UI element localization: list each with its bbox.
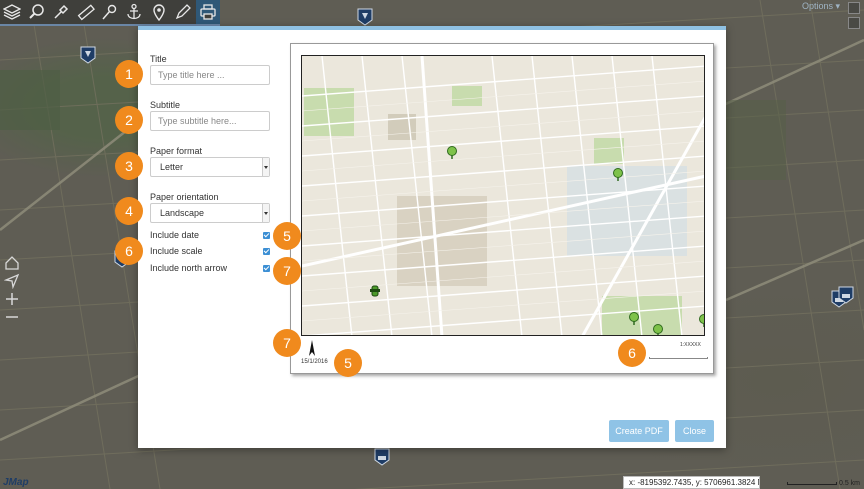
pencil-ruler-icon [176, 4, 192, 20]
include-scale-label: Include scale [150, 246, 203, 256]
print-button[interactable] [195, 0, 220, 24]
options-menu[interactable]: Options ▾ [802, 1, 840, 12]
home-button[interactable] [4, 255, 20, 271]
paper-format-label: Paper format [150, 146, 203, 156]
main-toolbar [0, 0, 220, 26]
print-dialog: Title Subtitle Paper format Letter Paper… [138, 26, 726, 448]
draw-button[interactable] [171, 0, 195, 24]
locate-arrow-icon [4, 273, 20, 289]
scale-label: 0.5 km [838, 480, 860, 487]
hydrant-marker-icon[interactable] [370, 284, 380, 298]
preview-scale-text: 1:XXXXX [680, 342, 701, 348]
scale-bar-line [786, 482, 837, 485]
callout-badge: 1 [115, 60, 143, 88]
map-pin-icon[interactable] [374, 448, 390, 466]
pushpin-button[interactable] [98, 0, 122, 24]
tools-icon [54, 4, 69, 19]
tree-marker-icon[interactable] [612, 168, 624, 182]
home-icon [5, 256, 19, 270]
map-scale-bar: 0.5 km [786, 480, 860, 487]
map-marker-icon [153, 4, 165, 21]
callout-badge: 2 [115, 106, 143, 134]
tree-marker-icon[interactable] [446, 146, 458, 160]
tools-button[interactable] [49, 0, 73, 24]
paper-orientation-value: Landscape [160, 208, 205, 218]
preview-scale-bar [649, 357, 708, 359]
search-button[interactable] [24, 0, 48, 24]
locate-button[interactable] [4, 273, 20, 289]
tree-marker-icon[interactable] [698, 314, 705, 328]
paper-orientation-select[interactable]: Landscape [150, 203, 270, 223]
preview-map[interactable] [301, 55, 705, 336]
include-date-checkbox[interactable] [263, 232, 270, 239]
marker-button[interactable] [147, 0, 171, 24]
include-north-arrow-label: Include north arrow [150, 263, 228, 273]
paper-format-select[interactable]: Letter [150, 157, 270, 177]
layers-button[interactable] [0, 0, 24, 24]
callout-badge: 6 [618, 339, 646, 367]
include-scale-checkbox[interactable] [263, 248, 270, 255]
zoom-out-button[interactable] [4, 309, 20, 325]
anchor-icon [127, 3, 142, 20]
map-pin-icon[interactable] [357, 8, 373, 26]
collapse-icon[interactable] [848, 17, 860, 29]
subtitle-input[interactable] [150, 111, 270, 131]
minus-icon [6, 316, 18, 318]
chevron-down-icon [262, 158, 269, 176]
plus-icon [6, 293, 18, 305]
fullscreen-icon[interactable] [848, 2, 860, 14]
paper-format-value: Letter [160, 162, 184, 172]
search-icon [28, 4, 44, 19]
title-label: Title [150, 54, 167, 64]
tree-marker-icon[interactable] [652, 324, 664, 336]
tree-marker-icon[interactable] [628, 312, 640, 326]
preview-date: 15/1/2016 [301, 359, 328, 365]
print-icon [200, 4, 216, 20]
title-input[interactable] [150, 65, 270, 85]
measure-button[interactable] [73, 0, 97, 24]
jmap-logo: JMap [3, 477, 29, 488]
chevron-down-icon [262, 204, 269, 222]
close-button[interactable]: Close [675, 420, 714, 442]
coordinates-readout: x: -8195392.7435, y: 5706961.3824 Meters [623, 476, 760, 489]
pushpin-icon [102, 4, 117, 20]
map-pin-icon[interactable] [838, 286, 854, 304]
subtitle-label: Subtitle [150, 100, 181, 110]
map-pin-icon[interactable] [80, 46, 96, 64]
zoom-in-button[interactable] [4, 291, 20, 307]
layers-icon [3, 4, 22, 20]
north-arrow-icon [309, 340, 315, 356]
callout-badge: 3 [115, 152, 143, 180]
measure-ruler-icon [77, 4, 95, 21]
callout-badge: 4 [115, 197, 143, 225]
callout-badge: 6 [115, 237, 143, 265]
callout-badge: 7 [273, 257, 301, 285]
create-pdf-button[interactable]: Create PDF [609, 420, 669, 442]
include-date-label: Include date [150, 230, 200, 240]
anchor-button[interactable] [122, 0, 146, 24]
paper-orientation-label: Paper orientation [150, 192, 219, 202]
callout-badge: 5 [273, 222, 301, 250]
callout-badge: 7 [273, 329, 301, 357]
include-north-arrow-checkbox[interactable] [263, 265, 270, 272]
print-preview: 15/1/2016 1:XXXXX [290, 43, 714, 374]
callout-badge: 5 [334, 349, 362, 377]
